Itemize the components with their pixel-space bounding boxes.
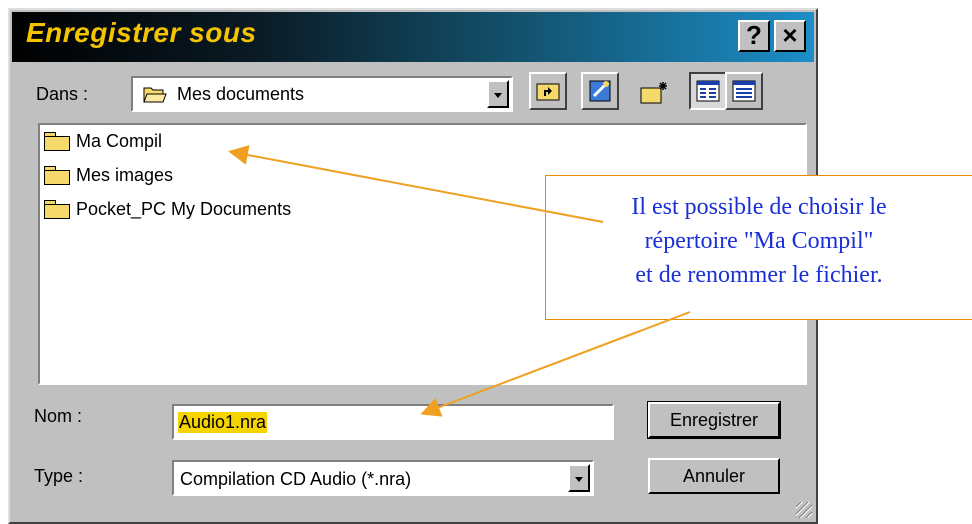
annotation-arrows bbox=[228, 145, 691, 417]
arrow-to-folder bbox=[228, 145, 604, 223]
arrow-to-filename bbox=[420, 311, 691, 417]
